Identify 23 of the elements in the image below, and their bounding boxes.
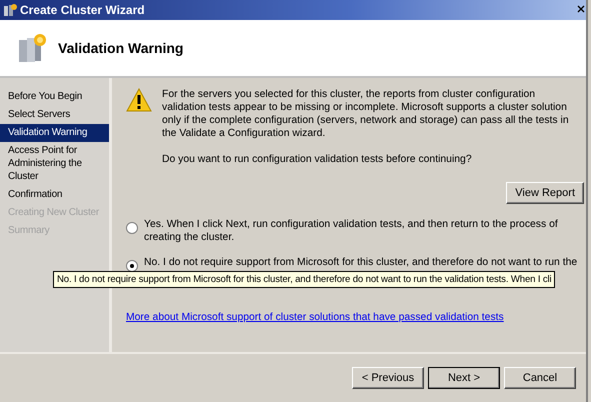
window-title: Create Cluster Wizard [20,3,145,17]
step-item[interactable]: Access Point for Administering the Cluster [0,142,109,186]
server-cluster-icon [16,32,48,64]
warning-message: For the servers you selected for this cluster, the reports from cluster configuration validation tests appear to be missing or incomplete. Microsoft supports a cluster solution only if the complete configuration (servers, network and storage) can pass all the tests in the Validate a Configuration wizard. [162,88,570,140]
step-item[interactable]: Validation Warning [0,124,109,142]
option-label[interactable]: No. I do not require support from Microsoft for this cluster, and therefore do not want to run the [144,256,584,269]
server-icon [3,3,17,17]
tooltip: No. I do not require support from Microsoft for this cluster, and therefore do not want to run the validation tests. When I cli [53,271,556,288]
support-link[interactable]: More about Microsoft support of cluster solutions that have passed validation tests [126,312,584,323]
radio-button[interactable] [126,260,138,272]
radio-button[interactable] [126,222,138,234]
cancel-button[interactable]: Cancel [504,367,576,389]
close-icon[interactable] [577,5,585,13]
question-text: Do you want to run configuration validation tests before continuing? [162,153,473,166]
previous-button[interactable]: < Previous [352,367,424,389]
step-item[interactable]: Before You Begin [0,88,109,106]
page-title: Validation Warning [58,40,184,56]
next-button[interactable]: Next > [428,367,500,389]
view-report-button[interactable]: View Report [506,182,584,204]
step-item[interactable]: Confirmation [0,186,109,204]
option-label[interactable]: Yes. When I click Next, run configuration validation tests, and then return to the process of creating the cluster. [144,218,584,244]
step-item[interactable]: Select Servers [0,106,109,124]
warning-icon [126,88,152,112]
